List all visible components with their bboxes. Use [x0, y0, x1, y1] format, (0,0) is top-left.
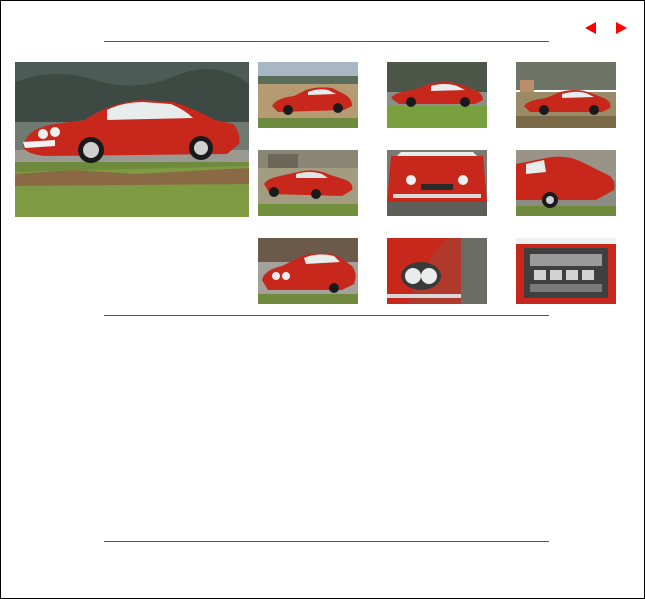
thumbnail-side-profile[interactable]	[387, 62, 487, 128]
bottom-divider	[104, 541, 549, 542]
thumbnail-rear-close[interactable]	[516, 150, 616, 216]
prev-arrow-icon[interactable]	[585, 22, 596, 34]
thumbnail-side-right-field[interactable]	[516, 62, 616, 128]
thumbnail-front-hood[interactable]	[387, 150, 487, 216]
next-arrow-icon[interactable]	[616, 22, 627, 34]
thumbnail-rear-three-quarter[interactable]	[258, 150, 358, 216]
thumbnail-headlight-detail[interactable]	[387, 238, 487, 304]
middle-divider	[104, 315, 549, 316]
thumbnail-side-field[interactable]	[258, 62, 358, 128]
thumbnail-front-low[interactable]	[258, 238, 358, 304]
thumbnail-engine-bay[interactable]	[516, 238, 616, 304]
top-divider	[104, 41, 549, 42]
main-photo[interactable]	[15, 62, 249, 217]
gallery-frame	[0, 0, 645, 599]
